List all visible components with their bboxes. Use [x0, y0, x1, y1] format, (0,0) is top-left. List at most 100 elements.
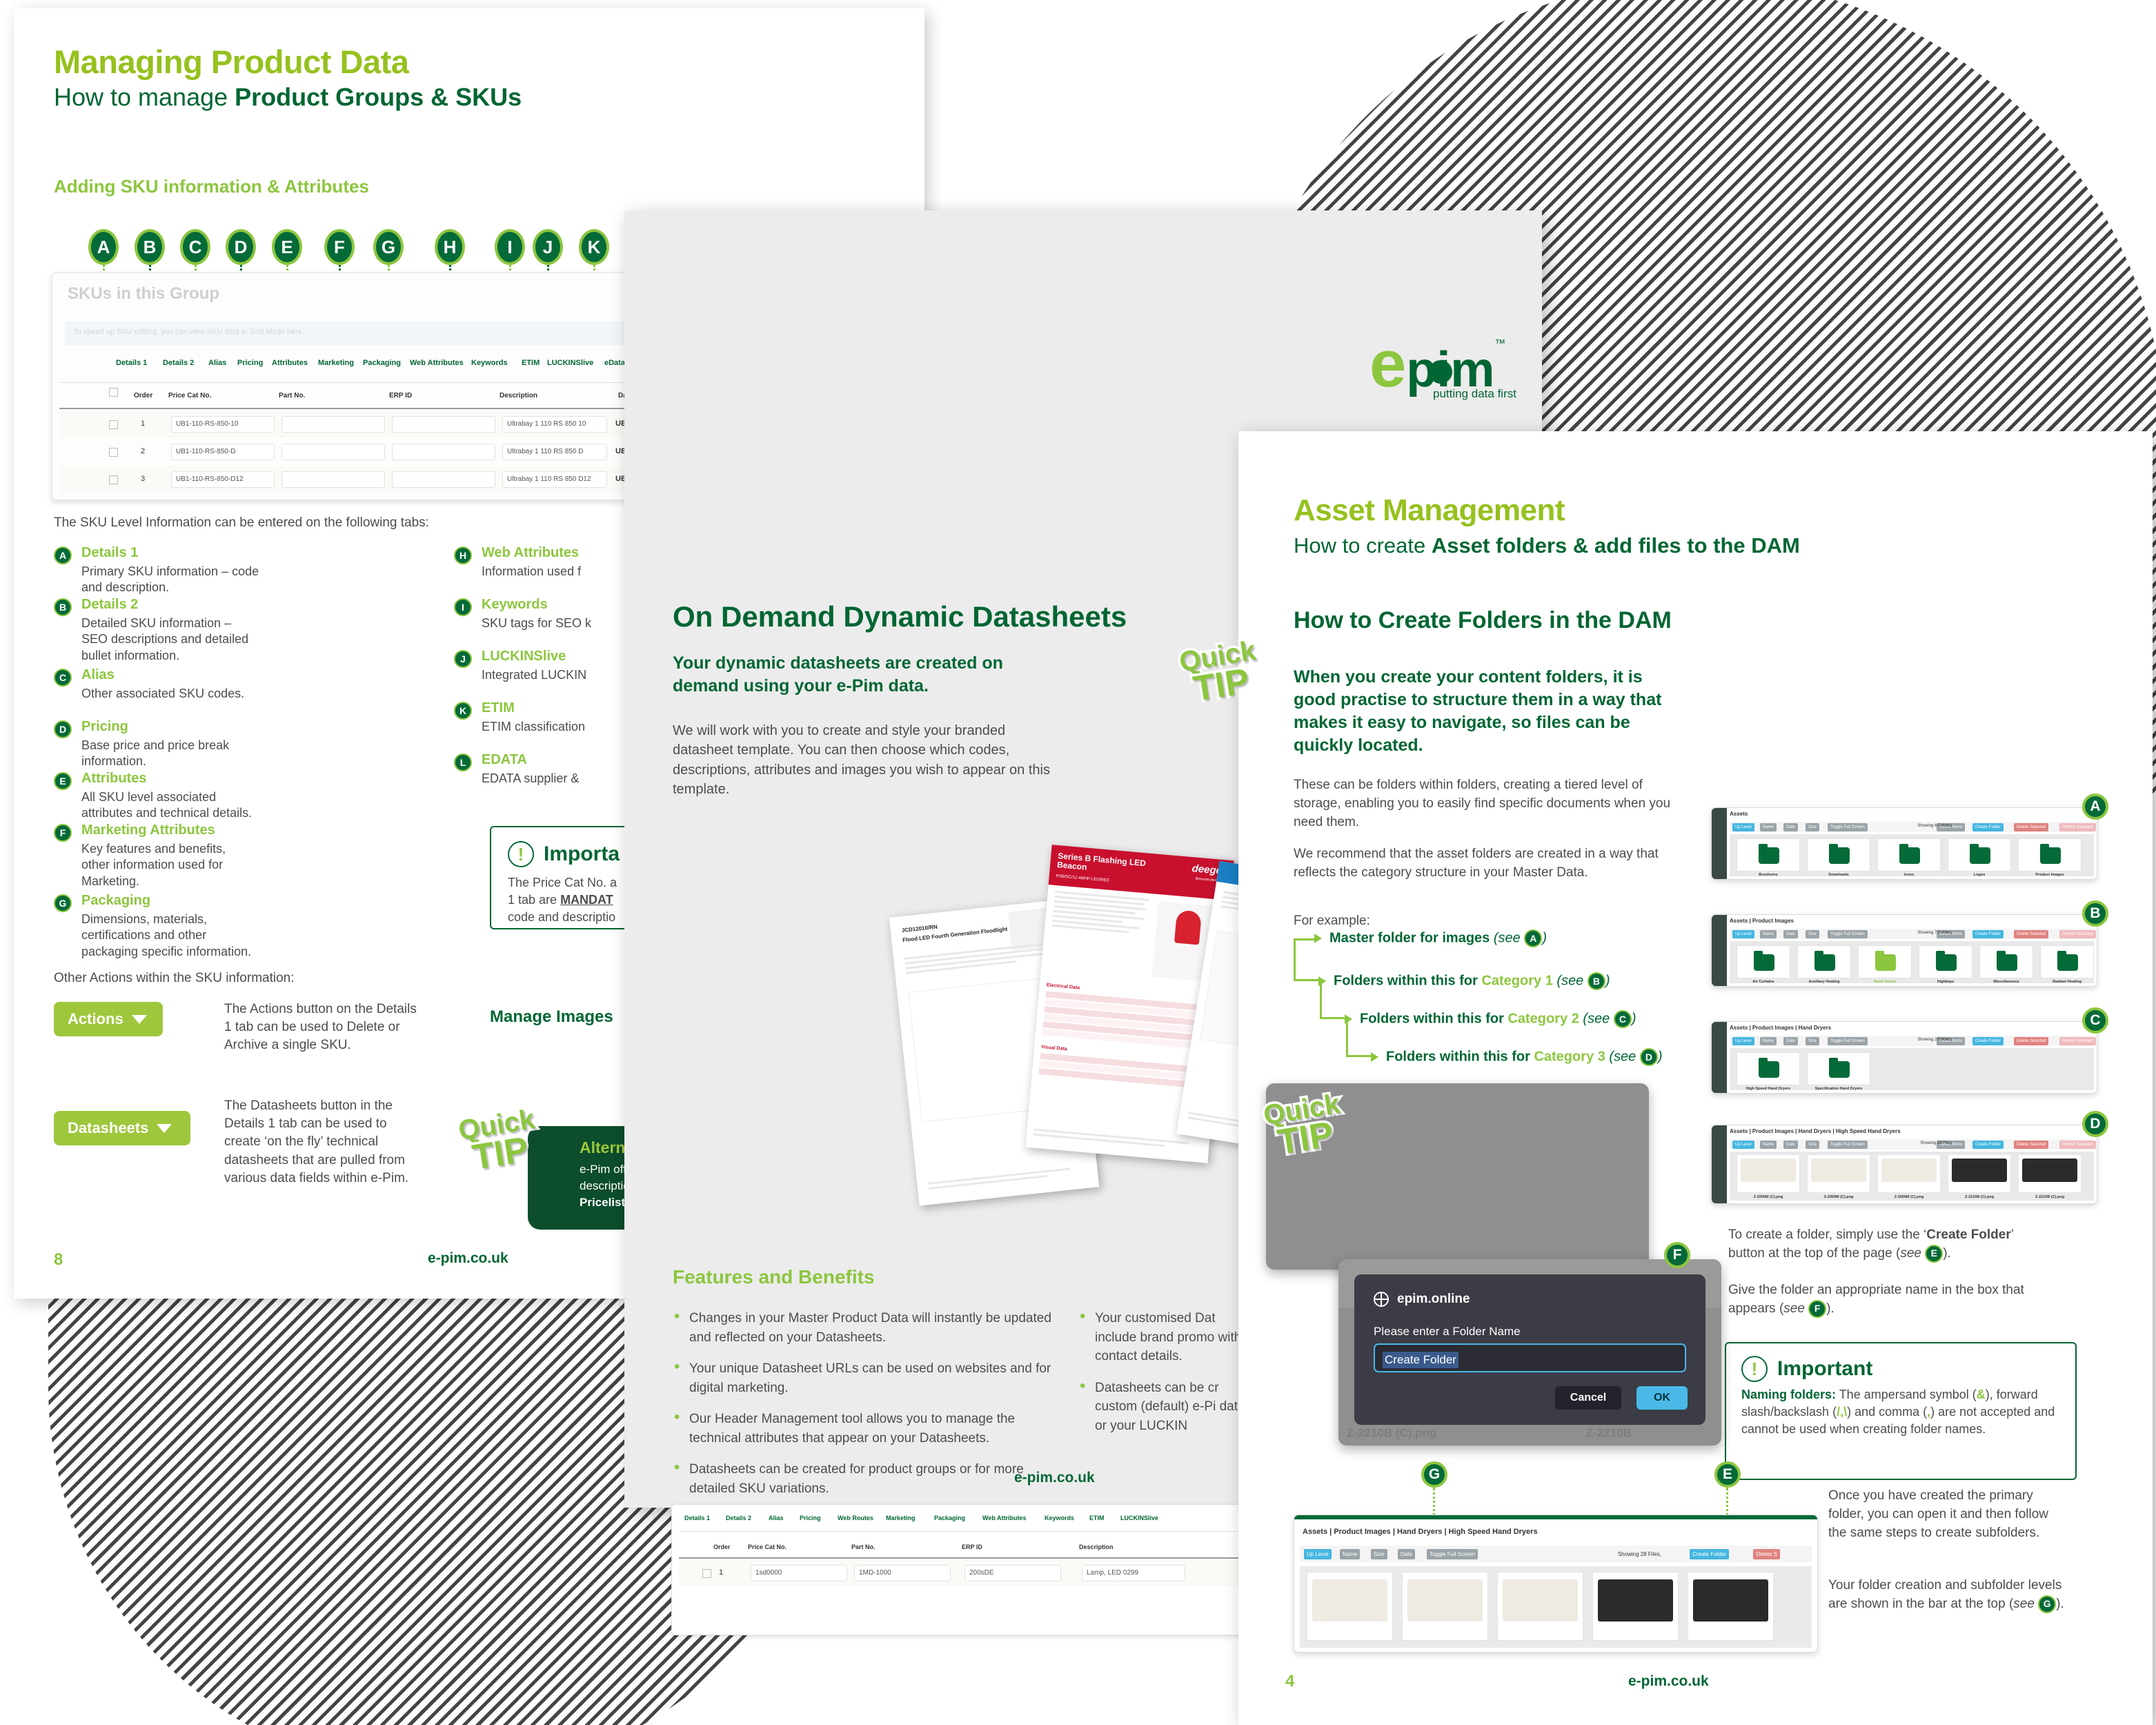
strip-tab-webattr[interactable]: Web Attributes: [982, 1515, 1027, 1521]
cell-erp[interactable]: [392, 444, 495, 460]
chip-size[interactable]: Size: [1806, 930, 1819, 938]
strip-tab-pricing[interactable]: Pricing: [800, 1515, 821, 1521]
chip-publish-selected[interactable]: Publish Selected: [2059, 1037, 2096, 1045]
dam-toolbar[interactable]: Up Level Name Date Size Toggle Full Scre…: [1730, 1139, 2096, 1150]
cell-description[interactable]: Ultrabay 1 110 RS 850 10: [502, 416, 607, 433]
grid-tab-bar[interactable]: Details 1 Details 2 Alias Pricing Attrib…: [59, 359, 651, 382]
chip-create-folder[interactable]: Create Folder: [1972, 1037, 2004, 1045]
cell-price-cat[interactable]: UB1-110-RS-850-10: [171, 416, 275, 433]
grid-tab-keywords[interactable]: Keywords: [471, 359, 508, 367]
chip-up-level[interactable]: Up Level: [1732, 823, 1754, 831]
chip-name[interactable]: Name: [1760, 1037, 1777, 1045]
chip-size[interactable]: Size: [1371, 1549, 1387, 1559]
strip-tab-alias[interactable]: Alias: [769, 1515, 784, 1521]
chip-create-folder[interactable]: Create Folder: [1972, 1141, 2004, 1149]
subtitle-bold: Asset folders & add files to the DAM: [1431, 533, 1800, 558]
chip-up-level[interactable]: Up Level: [1732, 1037, 1754, 1045]
cell-description[interactable]: Ultrabay 1 110 RS 850 D: [502, 444, 607, 460]
dam-toolbar[interactable]: Up Level Name Size Date Toggle Full Scre…: [1300, 1546, 1812, 1562]
strip-cell-desc[interactable]: Lamp, LED 0299: [1082, 1565, 1185, 1581]
chip-publish-selected[interactable]: Publish Selected: [2059, 1141, 2096, 1149]
grid-tab-pricing[interactable]: Pricing: [237, 359, 263, 367]
cell-price-cat[interactable]: UB1-110-RS-850-D12: [171, 471, 275, 488]
dam-toolbar[interactable]: Up Level Name Date Size Toggle Full Scre…: [1730, 822, 2096, 832]
chip-size[interactable]: Size: [1806, 823, 1819, 831]
chip-toggle-full-screen[interactable]: Toggle Full Screen: [1427, 1549, 1478, 1559]
chip-toggle-full-screen[interactable]: Toggle Full Screen: [1828, 1037, 1868, 1045]
chip-delete-selected[interactable]: Delete S: [1753, 1549, 1780, 1559]
chip-toggle-full-screen[interactable]: Toggle Full Screen: [1828, 930, 1868, 938]
cell-erp[interactable]: [392, 416, 495, 433]
chip-size[interactable]: Size: [1806, 1037, 1819, 1045]
grid-title: SKUs in this Group: [68, 284, 220, 303]
chip-date[interactable]: Date: [1398, 1549, 1415, 1559]
strip-tab-marketing[interactable]: Marketing: [886, 1515, 916, 1521]
chip-delete-selected[interactable]: Delete Selected: [2014, 1141, 2049, 1149]
dam-toolbar[interactable]: Up Level Name Date Size Toggle Full Scre…: [1730, 1036, 2096, 1046]
chip-up-level[interactable]: Up Level: [1732, 1141, 1754, 1149]
ok-button[interactable]: OK: [1636, 1386, 1688, 1410]
dam-toolbar[interactable]: Up Level Name Date Size Toggle Full Scre…: [1730, 929, 2096, 939]
select-all-checkbox[interactable]: [109, 388, 118, 397]
strip-tab-etim[interactable]: ETIM: [1089, 1515, 1105, 1521]
grid-tab-details1[interactable]: Details 1: [116, 359, 147, 367]
cancel-button[interactable]: Cancel: [1555, 1386, 1621, 1410]
grid-tab-marketing[interactable]: Marketing: [318, 359, 354, 367]
chip-date[interactable]: Date: [1783, 1037, 1798, 1045]
chip-publish-selected[interactable]: Publish Selected: [2059, 823, 2096, 831]
grid-tab-edata[interactable]: eData: [604, 359, 625, 367]
grid-tab-etim[interactable]: ETIM: [522, 359, 540, 367]
actions-button[interactable]: Actions: [54, 1002, 163, 1036]
cell-description[interactable]: Ultrabay 1 110 RS 850 D12: [502, 471, 607, 488]
chip-delete-selected[interactable]: Delete Selected: [2014, 1037, 2049, 1045]
chip-name[interactable]: Name: [1760, 930, 1777, 938]
chip-toggle-full-screen[interactable]: Toggle Full Screen: [1828, 823, 1868, 831]
cell-part[interactable]: [281, 471, 385, 488]
strip-cell-price[interactable]: 1sd0000: [751, 1565, 847, 1581]
grid-row[interactable]: 2 UB1-110-RS-850-D Ultrabay 1 110 RS 850…: [59, 439, 651, 465]
cell-part[interactable]: [281, 416, 385, 433]
chip-name[interactable]: Name: [1760, 823, 1777, 831]
chip-size[interactable]: Size: [1806, 1141, 1819, 1149]
strip-cell-part[interactable]: 1MD-1000: [854, 1565, 951, 1581]
grid-tab-details2[interactable]: Details 2: [163, 359, 194, 367]
chip-create-folder[interactable]: Create Folder: [1690, 1549, 1729, 1559]
cell-part[interactable]: [281, 444, 385, 460]
chip-name[interactable]: Name: [1340, 1549, 1361, 1559]
strip-tab-keywords[interactable]: Keywords: [1045, 1515, 1074, 1521]
chip-date[interactable]: Date: [1783, 823, 1798, 831]
chip-up-level[interactable]: Up Level: [1732, 930, 1754, 938]
datasheets-button[interactable]: Datasheets: [54, 1111, 190, 1145]
strip-cell-erp[interactable]: 200sDE: [965, 1565, 1061, 1581]
chip-name[interactable]: Name: [1760, 1141, 1777, 1149]
grid-row[interactable]: 1 UB1-110-RS-850-10 Ultrabay 1 110 RS 85…: [59, 411, 651, 437]
cell-price-cat[interactable]: UB1-110-RS-850-D: [171, 444, 275, 460]
chip-toggle-full-screen[interactable]: Toggle Full Screen: [1828, 1141, 1868, 1149]
grid-tab-alias[interactable]: Alias: [208, 359, 226, 367]
dam-sidebar: [1712, 1022, 1727, 1093]
chip-publish-selected[interactable]: Publish Selected: [2059, 930, 2096, 938]
chip-date[interactable]: Date: [1783, 930, 1798, 938]
dam-sidebar: [1712, 915, 1727, 986]
strip-tab-webroutes[interactable]: Web Routes: [838, 1515, 873, 1521]
grid-tab-attributes[interactable]: Attributes: [272, 359, 308, 367]
folder-name-input[interactable]: Create Folder: [1374, 1343, 1686, 1372]
strip-tab-details2[interactable]: Details 2: [726, 1515, 751, 1521]
grid-tab-packaging[interactable]: Packaging: [363, 359, 401, 367]
callout-badge-d: D: [226, 229, 256, 265]
chip-create-folder[interactable]: Create Folder: [1972, 930, 2004, 938]
strip-tab-packaging[interactable]: Packaging: [934, 1515, 965, 1521]
chip-up-level[interactable]: Up Level: [1304, 1549, 1332, 1559]
chip-create-folder[interactable]: Create Folder: [1972, 823, 2004, 831]
fni-see: see: [1783, 1301, 1805, 1316]
cell-erp[interactable]: [392, 471, 495, 488]
chip-delete-selected[interactable]: Delete Selected: [2014, 930, 2049, 938]
strip-tab-details1[interactable]: Details 1: [684, 1515, 710, 1521]
chip-date[interactable]: Date: [1783, 1141, 1798, 1149]
grid-row[interactable]: 3 UB1-110-RS-850-D12 Ultrabay 1 110 RS 8…: [59, 466, 651, 493]
grid-tab-webattr[interactable]: Web Attributes: [410, 359, 464, 367]
grid-tab-luckinslive[interactable]: LUCKINSlive: [547, 359, 593, 367]
strip-tab-luckinslive[interactable]: LUCKINSlive: [1120, 1515, 1158, 1521]
folder-caption: High Speed Hand Dryers: [1745, 1087, 1791, 1091]
chip-delete-selected[interactable]: Delete Selected: [2014, 823, 2049, 831]
